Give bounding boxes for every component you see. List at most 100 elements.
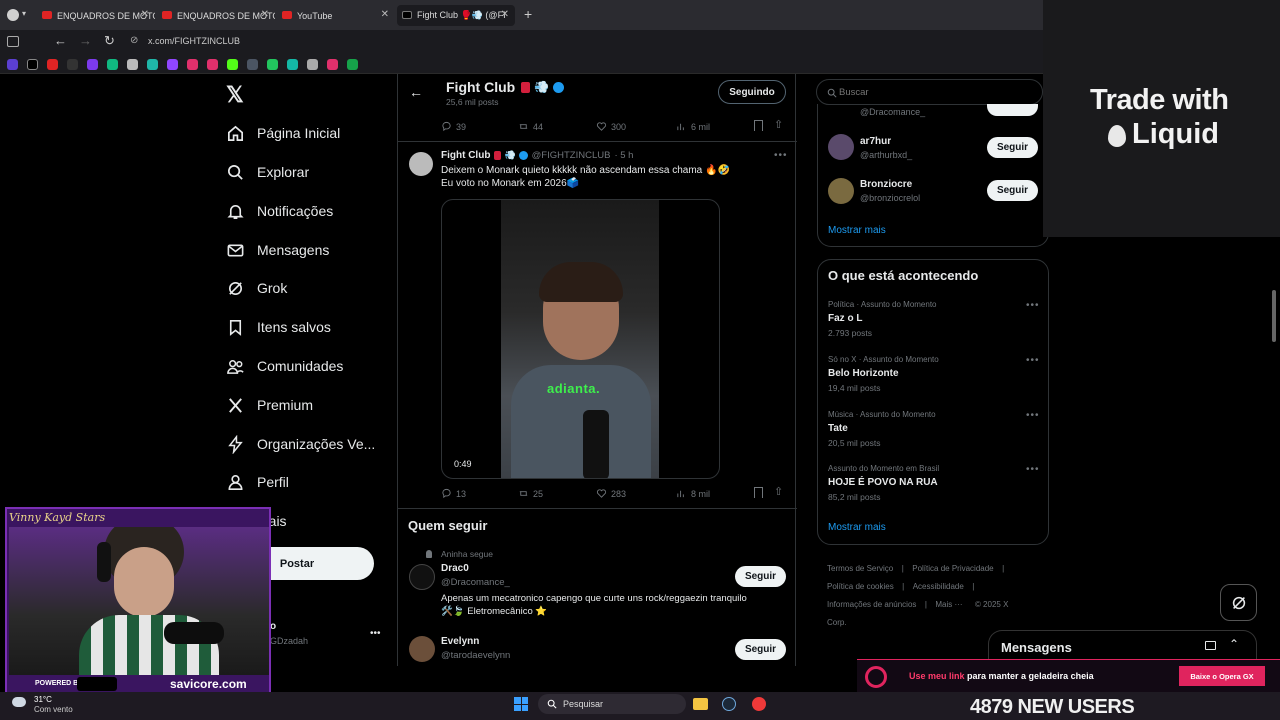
trend-more-icon[interactable]: •••: [1026, 464, 1040, 475]
trend-name[interactable]: Belo Horizonte: [828, 368, 899, 379]
search-input[interactable]: [839, 85, 1034, 99]
bookmark-icon[interactable]: [107, 59, 118, 70]
nav-verified-orgs[interactable]: Organizações Ve...: [226, 429, 375, 459]
bookmark-icon[interactable]: [247, 59, 258, 70]
reply-action[interactable]: 13: [441, 488, 466, 499]
trend-more-icon[interactable]: •••: [1026, 410, 1040, 421]
bookmark-icon[interactable]: [267, 59, 278, 70]
close-icon[interactable]: ✕: [261, 9, 269, 20]
share-icon[interactable]: ⇧: [774, 118, 783, 131]
download-opera-button[interactable]: Baixe o Opera GX: [1179, 666, 1265, 686]
nav-profile[interactable]: Perfil: [226, 467, 289, 497]
nav-messages[interactable]: Mensagens: [226, 235, 329, 265]
sidebar-toggle-icon[interactable]: [7, 36, 19, 47]
bookmark-icon[interactable]: [67, 59, 78, 70]
grok-floating-button[interactable]: [1220, 584, 1257, 621]
suggestion-name[interactable]: ar7hur: [860, 136, 891, 147]
nav-explore[interactable]: Explorar: [226, 157, 309, 187]
bookmark-icon[interactable]: [287, 59, 298, 70]
chevron-down-icon[interactable]: ▾: [22, 9, 26, 18]
url-input[interactable]: x.com/FIGHTZINCLUB: [148, 36, 240, 46]
avatar[interactable]: [409, 564, 435, 590]
search-box[interactable]: [816, 79, 1043, 105]
suggested-user-handle[interactable]: @Dracomance_: [441, 577, 510, 588]
suggestion-handle[interactable]: @Dracomance_: [860, 107, 925, 117]
retweet-action[interactable]: 44: [518, 121, 543, 132]
back-icon[interactable]: ←: [54, 33, 67, 48]
tab-fightclub[interactable]: Fight Club 🥊💨 (@FI ✕: [397, 5, 515, 26]
reply-action[interactable]: 39: [441, 121, 466, 132]
footer-link[interactable]: Política de Privacidade: [912, 564, 993, 573]
weather-icon[interactable]: [12, 697, 26, 707]
suggestion-name[interactable]: Bronziocre: [860, 179, 912, 190]
following-button[interactable]: Seguindo: [718, 80, 786, 104]
trend-name[interactable]: Tate: [828, 423, 848, 434]
bookmark-icon[interactable]: [7, 59, 18, 70]
bookmark-icon[interactable]: [347, 59, 358, 70]
follow-button[interactable]: Seguir: [987, 137, 1038, 158]
forward-icon[interactable]: →: [79, 33, 92, 48]
trend-name[interactable]: HOJE É POVO NA RUA: [828, 477, 938, 488]
back-arrow-icon[interactable]: ←: [409, 84, 423, 100]
file-explorer-icon[interactable]: [693, 698, 708, 710]
new-message-icon[interactable]: [1205, 641, 1216, 650]
avatar[interactable]: [409, 636, 435, 662]
steam-icon[interactable]: [722, 697, 736, 711]
bookmark-icon[interactable]: [754, 120, 763, 131]
windows-start-icon[interactable]: [514, 697, 528, 711]
close-icon[interactable]: ✕: [501, 9, 509, 20]
tab-youtube[interactable]: YouTube ✕: [277, 5, 395, 26]
nav-bookmarks[interactable]: Itens salvos: [226, 312, 331, 342]
taskbar-search[interactable]: Pesquisar: [538, 694, 686, 714]
bookmark-icon[interactable]: [187, 59, 198, 70]
follow-button-partial[interactable]: [987, 104, 1038, 116]
site-settings-icon[interactable]: ⊘: [130, 35, 138, 46]
bookmark-icon[interactable]: [307, 59, 318, 70]
browser-menu-icon[interactable]: [7, 9, 19, 21]
like-action[interactable]: 300: [596, 121, 626, 132]
footer-link[interactable]: Mais ···: [935, 600, 962, 609]
trend-more-icon[interactable]: •••: [1026, 355, 1040, 366]
views-action[interactable]: 8 mil: [676, 488, 710, 499]
tweet-author-name[interactable]: Fight Club: [441, 150, 490, 161]
nav-notifications[interactable]: Notificações: [226, 196, 333, 226]
bookmark-icon[interactable]: [167, 59, 178, 70]
show-more-link[interactable]: Mostrar mais: [828, 225, 886, 236]
account-menu-icon[interactable]: •••: [370, 628, 381, 639]
suggested-user-name[interactable]: Evelynn: [441, 636, 479, 647]
retweet-action[interactable]: 25: [518, 488, 543, 499]
bookmark-icon[interactable]: [227, 59, 238, 70]
tweet-time[interactable]: · 5 h: [614, 150, 633, 161]
follow-button[interactable]: Seguir: [735, 566, 786, 587]
avatar[interactable]: [828, 134, 854, 160]
reload-icon[interactable]: ↻: [104, 33, 115, 49]
trends-show-more-link[interactable]: Mostrar mais: [828, 522, 886, 533]
trend-name[interactable]: Faz o L: [828, 313, 862, 324]
like-action[interactable]: 283: [596, 488, 626, 499]
share-icon[interactable]: ⇧: [774, 485, 783, 498]
nav-grok[interactable]: Grok: [226, 273, 287, 303]
follow-button[interactable]: Seguir: [735, 639, 786, 660]
bookmark-icon[interactable]: [754, 487, 763, 498]
bookmark-icon[interactable]: [327, 59, 338, 70]
page-scrollbar[interactable]: [1272, 290, 1276, 342]
close-icon[interactable]: ✕: [381, 9, 389, 20]
close-icon[interactable]: ✕: [141, 9, 149, 20]
bookmark-icon[interactable]: [127, 59, 138, 70]
tweet-more-icon[interactable]: •••: [774, 150, 788, 161]
suggestion-handle[interactable]: @arthurbxd_: [860, 150, 912, 160]
nav-premium[interactable]: Premium: [226, 390, 313, 420]
suggested-user-name[interactable]: Drac0: [441, 563, 469, 574]
tweet-author-handle[interactable]: @FIGHTZINCLUB: [532, 150, 611, 161]
suggested-user-handle[interactable]: @tarodaevelynn: [441, 650, 510, 661]
tab-enquadros-1[interactable]: ENQUADROS DE MOTO ✕: [37, 5, 155, 26]
footer-link[interactable]: Acessibilidade: [913, 582, 964, 591]
views-action[interactable]: 6 mil: [676, 121, 710, 132]
vivaldi-icon[interactable]: [752, 697, 766, 711]
avatar[interactable]: [409, 152, 433, 176]
x-logo-icon[interactable]: 𝕏: [226, 82, 244, 108]
tab-enquadros-2[interactable]: ENQUADROS DE MOTO ✕: [157, 5, 275, 26]
suggestion-handle[interactable]: @bronziocrelol: [860, 193, 920, 203]
trend-more-icon[interactable]: •••: [1026, 300, 1040, 311]
avatar[interactable]: [828, 178, 854, 204]
